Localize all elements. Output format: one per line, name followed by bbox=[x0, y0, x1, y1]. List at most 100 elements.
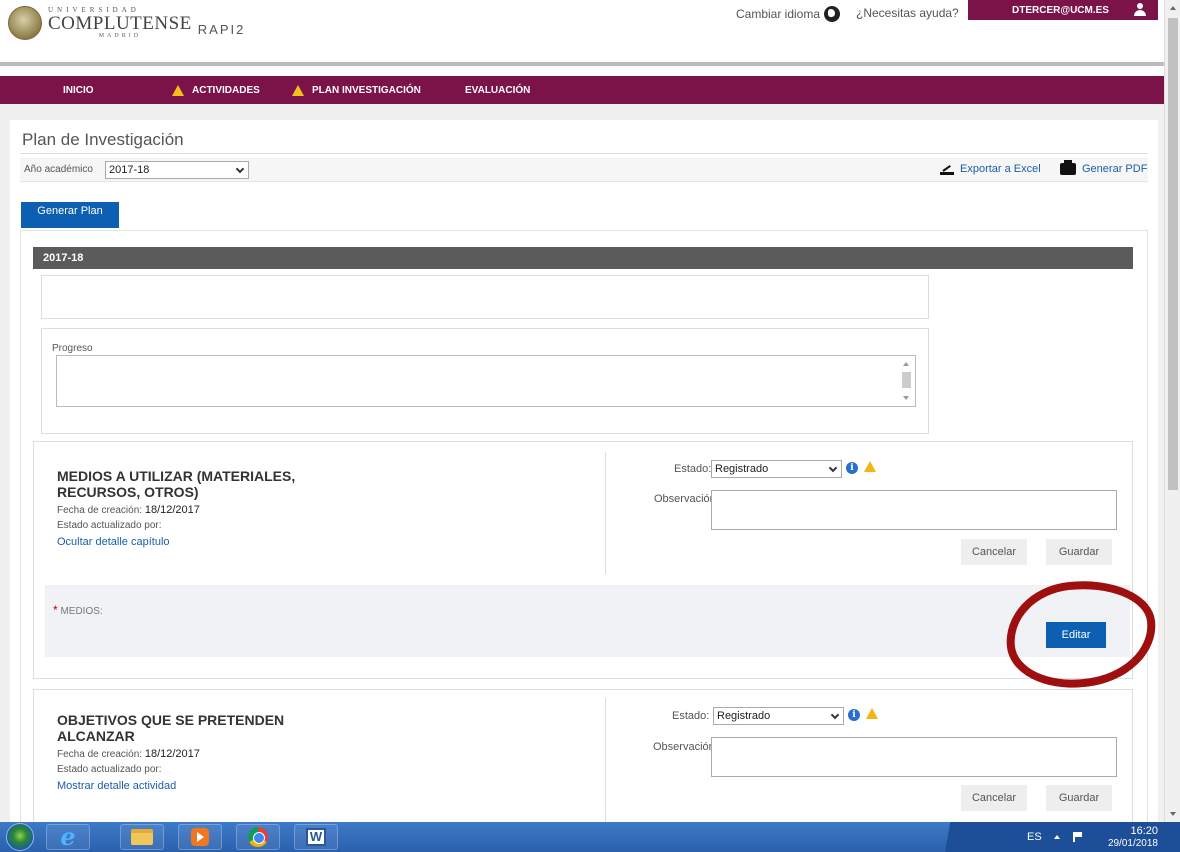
scroll-thumb[interactable] bbox=[1168, 18, 1178, 490]
estado-select[interactable]: Registrado bbox=[711, 460, 842, 478]
page-title: Plan de Investigación bbox=[22, 130, 184, 149]
creation-date-value: 18/12/2017 bbox=[144, 748, 200, 760]
change-language-link[interactable]: Cambiar idioma bbox=[736, 6, 841, 22]
observation-label: Observación: bbox=[653, 741, 718, 753]
logo-city: MADRID bbox=[98, 33, 142, 39]
nav-item-label: PLAN INVESTIGACIÓN bbox=[312, 85, 421, 96]
printer-icon bbox=[1060, 160, 1076, 175]
progress-textarea[interactable] bbox=[56, 355, 916, 407]
ucm-logo[interactable]: UNIVERSIDAD COMPLUTENSE MADRID RAPI2 bbox=[8, 6, 245, 40]
clock-date[interactable]: 29/01/2018 bbox=[1100, 838, 1158, 849]
chapter-card-objetivos: OBJETIVOS QUE SE PRETENDEN ALCANZAR Fech… bbox=[33, 689, 1133, 830]
chrome-icon bbox=[248, 827, 268, 847]
observation-label: Observación: bbox=[654, 493, 719, 505]
logo-text: UNIVERSIDAD COMPLUTENSE MADRID bbox=[48, 7, 192, 40]
save-button[interactable]: Guardar bbox=[1046, 539, 1112, 565]
main-area: Plan de Investigación Año académico 2017… bbox=[0, 104, 1164, 830]
user-menu[interactable]: DTERCER@UCM.ES bbox=[968, 0, 1158, 20]
info-icon[interactable]: i bbox=[848, 709, 860, 721]
estado-select-value: Registrado bbox=[717, 710, 771, 722]
toolbar: Año académico 2017-18 Exportar a Excel G… bbox=[20, 158, 1148, 182]
updated-by-label: Estado actualizado por: bbox=[57, 520, 162, 531]
generate-plan-button[interactable]: Generar Plan bbox=[21, 202, 119, 228]
medios-label: * MEDIOS: bbox=[53, 603, 103, 617]
user-icon bbox=[1134, 3, 1146, 17]
column-divider bbox=[605, 698, 606, 830]
input-language[interactable]: ES bbox=[1027, 831, 1042, 843]
nav-item-label: ACTIVIDADES bbox=[192, 85, 260, 96]
creation-date: Fecha de creación: 18/12/2017 bbox=[57, 748, 200, 760]
column-divider bbox=[605, 452, 606, 574]
action-center-flag-icon[interactable] bbox=[1073, 832, 1083, 842]
warning-icon bbox=[866, 708, 878, 719]
taskbar-explorer[interactable] bbox=[120, 824, 164, 850]
help-link[interactable]: ¿Necesitas ayuda? bbox=[856, 6, 959, 20]
main-nav: INICIO ACTIVIDADES PLAN INVESTIGACIÓN EV… bbox=[0, 76, 1164, 104]
folder-icon bbox=[131, 829, 153, 845]
export-icon bbox=[940, 163, 954, 175]
nav-item-label: INICIO bbox=[63, 85, 94, 96]
warning-icon bbox=[864, 461, 876, 472]
warning-icon bbox=[172, 85, 184, 96]
generate-pdf-link[interactable]: Generar PDF bbox=[1060, 160, 1148, 175]
hide-chapter-detail-link[interactable]: Ocultar detalle capítulo bbox=[57, 536, 170, 548]
taskbar-media-player[interactable] bbox=[178, 824, 222, 850]
estado-label: Estado: bbox=[672, 710, 710, 722]
empty-panel bbox=[41, 275, 929, 319]
observation-textarea[interactable] bbox=[711, 490, 1117, 530]
year-select[interactable]: 2017-18 bbox=[105, 161, 249, 179]
creation-date-label: Fecha de creación: bbox=[57, 505, 143, 516]
user-email: DTERCER@UCM.ES bbox=[1012, 4, 1109, 16]
info-icon[interactable]: i bbox=[846, 462, 858, 474]
taskbar-chrome[interactable] bbox=[236, 824, 280, 850]
nav-item-inicio[interactable]: INICIO bbox=[63, 85, 94, 96]
required-marker: * bbox=[53, 603, 58, 617]
observation-textarea[interactable] bbox=[711, 737, 1117, 777]
change-language-label: Cambiar idioma bbox=[736, 7, 821, 21]
chevron-down-icon bbox=[830, 710, 840, 720]
university-seal-icon bbox=[8, 6, 42, 40]
windows-taskbar: e W ES 16:20 29/01/2018 bbox=[0, 822, 1180, 852]
textarea-scroll-thumb[interactable] bbox=[902, 372, 911, 388]
chapter-card-medios: MEDIOS A UTILIZAR (MATERIALES, RECURSOS,… bbox=[33, 441, 1133, 679]
creation-date-value: 18/12/2017 bbox=[144, 504, 200, 516]
generate-pdf-label: Generar PDF bbox=[1082, 163, 1148, 175]
nav-item-plan-investigacion[interactable]: PLAN INVESTIGACIÓN bbox=[292, 85, 421, 96]
export-excel-label: Exportar a Excel bbox=[960, 163, 1041, 175]
taskbar-word[interactable]: W bbox=[294, 824, 338, 850]
globe-icon bbox=[824, 6, 841, 22]
save-button[interactable]: Guardar bbox=[1046, 785, 1112, 811]
media-player-icon bbox=[191, 828, 209, 846]
updated-by-label: Estado actualizado por: bbox=[57, 764, 162, 775]
progress-panel: Progreso bbox=[41, 328, 929, 434]
export-excel-link[interactable]: Exportar a Excel bbox=[940, 163, 1041, 175]
nav-item-actividades[interactable]: ACTIVIDADES bbox=[172, 85, 260, 96]
scroll-down-icon[interactable] bbox=[1170, 812, 1176, 816]
clock-time[interactable]: 16:20 bbox=[1120, 825, 1158, 837]
cancel-button[interactable]: Cancelar bbox=[961, 785, 1027, 811]
scroll-down-icon[interactable] bbox=[903, 396, 909, 400]
scroll-up-icon[interactable] bbox=[903, 362, 909, 366]
estado-select-value: Registrado bbox=[715, 463, 769, 475]
creation-date: Fecha de creación: 18/12/2017 bbox=[57, 504, 200, 516]
header-divider bbox=[0, 62, 1164, 66]
content-panel: Plan de Investigación Año académico 2017… bbox=[10, 120, 1158, 830]
start-button[interactable] bbox=[6, 823, 34, 851]
taskbar-ie[interactable]: e bbox=[46, 824, 90, 850]
year-label: Año académico bbox=[24, 164, 93, 175]
estado-label: Estado: bbox=[674, 463, 712, 475]
progress-label: Progreso bbox=[52, 343, 93, 354]
nav-item-label: EVALUACIÓN bbox=[465, 85, 531, 96]
nav-item-evaluacion[interactable]: EVALUACIÓN bbox=[465, 85, 530, 96]
show-hidden-icons-icon[interactable] bbox=[1054, 835, 1060, 839]
scroll-up-icon[interactable] bbox=[1170, 6, 1176, 10]
cancel-button[interactable]: Cancelar bbox=[961, 539, 1027, 565]
show-activity-detail-link[interactable]: Mostrar detalle actividad bbox=[57, 780, 176, 792]
word-icon: W bbox=[306, 828, 326, 846]
logo-name: COMPLUTENSE bbox=[48, 13, 192, 34]
year-section-header: 2017-18 bbox=[33, 247, 1133, 269]
estado-select[interactable]: Registrado bbox=[713, 707, 844, 725]
medios-label-text: MEDIOS: bbox=[60, 606, 103, 617]
warning-icon bbox=[292, 85, 304, 96]
page-scrollbar[interactable] bbox=[1164, 0, 1180, 822]
